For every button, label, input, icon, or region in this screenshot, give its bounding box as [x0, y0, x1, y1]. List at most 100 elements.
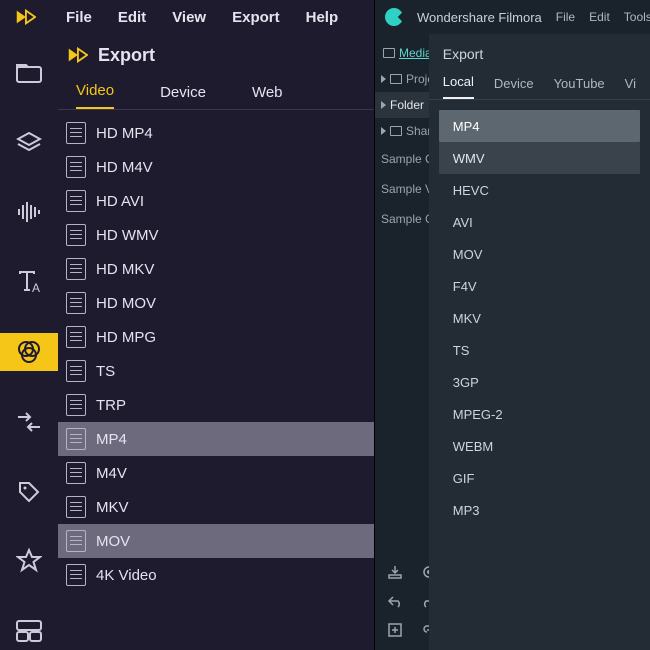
undo-icon[interactable]: [387, 594, 403, 608]
right-format-row[interactable]: MKV: [439, 302, 640, 334]
rail-transitions-icon[interactable]: [0, 403, 58, 441]
left-format-row[interactable]: MP4: [58, 422, 374, 456]
menu-file[interactable]: File: [66, 9, 92, 26]
left-format-row[interactable]: HD MP4: [58, 116, 374, 150]
right-format-row[interactable]: MP4: [439, 110, 640, 142]
right-tab-youtube[interactable]: YouTube: [554, 76, 605, 99]
right-export-tabs: Local Device YouTube Vi: [429, 72, 650, 100]
add-icon[interactable]: [387, 622, 403, 638]
rail-grid-icon[interactable]: [0, 612, 58, 650]
left-format-label: HD WMV: [96, 227, 159, 244]
document-icon: [66, 156, 86, 178]
left-export-tabs: Video Device Web: [58, 76, 374, 110]
rail-text-icon[interactable]: A: [0, 263, 58, 301]
tree-item[interactable]: Share: [375, 118, 429, 144]
record-icon[interactable]: [421, 564, 429, 580]
document-icon: [66, 122, 86, 144]
left-format-label: TS: [96, 363, 115, 380]
left-format-row[interactable]: HD MPG: [58, 320, 374, 354]
left-format-row[interactable]: M4V: [58, 456, 374, 490]
rail-star-icon[interactable]: [0, 542, 58, 580]
left-format-row[interactable]: HD M4V: [58, 150, 374, 184]
right-format-row[interactable]: GIF: [439, 462, 640, 494]
left-tab-video[interactable]: Video: [76, 82, 114, 109]
sample-item[interactable]: Sample Gre: [375, 204, 429, 234]
left-format-label: 4K Video: [96, 567, 157, 584]
right-tab-vi[interactable]: Vi: [625, 76, 636, 99]
left-format-label: HD AVI: [96, 193, 144, 210]
right-format-list: MP4WMVHEVCAVIMOVF4VMKVTS3GPMPEG-2WEBMGIF…: [429, 100, 650, 536]
chevron-right-icon: [381, 101, 386, 109]
right-format-row[interactable]: WMV: [439, 142, 640, 174]
chevron-right-icon: [381, 75, 386, 83]
document-icon: [66, 292, 86, 314]
left-format-row[interactable]: MOV: [58, 524, 374, 558]
left-format-row[interactable]: 4K Video: [58, 558, 374, 592]
rail-layers-icon[interactable]: [0, 124, 58, 162]
document-icon: [66, 224, 86, 246]
tree-item-label: Share: [406, 124, 429, 138]
right-menu-edit[interactable]: Edit: [589, 10, 610, 24]
left-format-label: HD MOV: [96, 295, 156, 312]
left-format-row[interactable]: TRP: [58, 388, 374, 422]
right-format-row[interactable]: AVI: [439, 206, 640, 238]
tree-item[interactable]: Folder: [375, 92, 429, 118]
right-app-logo-icon: [385, 8, 403, 26]
document-icon: [66, 190, 86, 212]
rail-audio-icon[interactable]: [0, 194, 58, 232]
left-format-row[interactable]: HD AVI: [58, 184, 374, 218]
redo-icon[interactable]: [421, 594, 429, 608]
import-icon[interactable]: [387, 564, 403, 580]
left-format-label: HD M4V: [96, 159, 153, 176]
document-icon: [66, 496, 86, 518]
rail-tag-icon[interactable]: [0, 473, 58, 511]
right-app: Wondershare Filmora File Edit Tools Medi…: [374, 0, 650, 650]
right-export-title: Export: [429, 34, 650, 72]
left-format-row[interactable]: HD MKV: [58, 252, 374, 286]
right-tab-local[interactable]: Local: [443, 74, 474, 99]
right-format-row[interactable]: WEBM: [439, 430, 640, 462]
sample-item[interactable]: Sample Vide: [375, 174, 429, 204]
right-menu-file[interactable]: File: [556, 10, 575, 24]
right-sidebar-bottom-tools: [375, 552, 429, 638]
right-menu-tools[interactable]: Tools: [624, 10, 650, 24]
link-icon[interactable]: [421, 622, 429, 638]
left-format-row[interactable]: HD MOV: [58, 286, 374, 320]
left-tab-web[interactable]: Web: [252, 84, 283, 109]
right-format-row[interactable]: MOV: [439, 238, 640, 270]
menu-view[interactable]: View: [172, 9, 206, 26]
left-format-row[interactable]: TS: [58, 354, 374, 388]
left-format-label: TRP: [96, 397, 126, 414]
right-format-row[interactable]: F4V: [439, 270, 640, 302]
left-app-logo-icon: [14, 6, 36, 28]
menu-export[interactable]: Export: [232, 9, 280, 26]
left-menubar: File Edit View Export Help: [0, 0, 374, 34]
document-icon: [66, 360, 86, 382]
sidebar-media-header[interactable]: Media: [375, 42, 429, 66]
right-format-row[interactable]: 3GP: [439, 366, 640, 398]
left-format-row[interactable]: HD WMV: [58, 218, 374, 252]
document-icon: [66, 428, 86, 450]
right-tab-device[interactable]: Device: [494, 76, 534, 99]
folder-icon: [390, 74, 402, 84]
left-panel-title: Export: [58, 34, 374, 76]
menu-help[interactable]: Help: [306, 9, 339, 26]
document-icon: [66, 530, 86, 552]
left-tab-device[interactable]: Device: [160, 84, 206, 109]
sidebar-media-label: Media: [399, 46, 429, 60]
rail-filters-icon[interactable]: [0, 333, 58, 371]
right-format-row[interactable]: TS: [439, 334, 640, 366]
sample-item[interactable]: Sample Colo: [375, 144, 429, 174]
left-format-row[interactable]: MKV: [58, 490, 374, 524]
tree-item[interactable]: Proje: [375, 66, 429, 92]
right-format-row[interactable]: MP3: [439, 494, 640, 526]
rail-folder-icon[interactable]: [0, 54, 58, 92]
document-icon: [66, 564, 86, 586]
left-export-panel: Export Video Device Web HD MP4 HD M4V HD AVI…: [58, 34, 374, 650]
right-format-row[interactable]: MPEG-2: [439, 398, 640, 430]
right-export-panel: Export Local Device YouTube Vi MP4WMVHEVCAV…: [429, 34, 650, 650]
right-format-row[interactable]: HEVC: [439, 174, 640, 206]
menu-edit[interactable]: Edit: [118, 9, 146, 26]
left-format-label: MP4: [96, 431, 127, 448]
left-format-label: HD MKV: [96, 261, 154, 278]
